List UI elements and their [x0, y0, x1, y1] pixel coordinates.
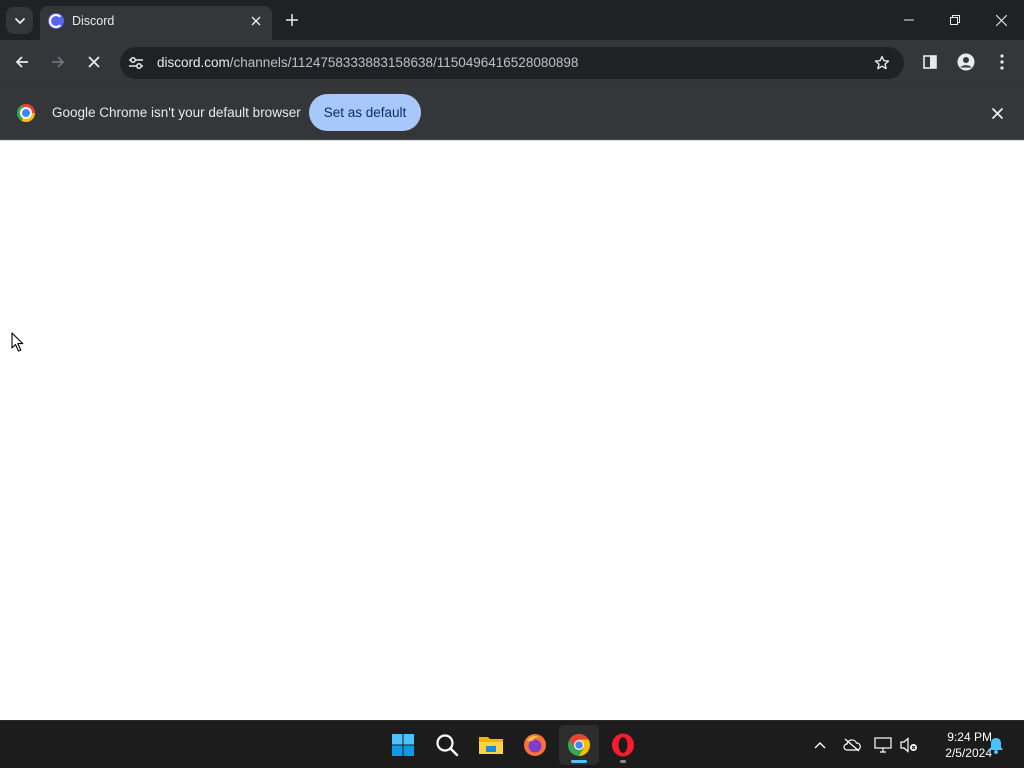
taskbar-chrome[interactable] — [559, 725, 599, 765]
stop-loading-button[interactable] — [78, 46, 110, 78]
profile-icon — [957, 53, 975, 71]
notifications-button[interactable] — [986, 735, 1006, 755]
side-panel-button[interactable] — [914, 46, 946, 78]
forward-button[interactable] — [42, 46, 74, 78]
start-icon — [392, 734, 414, 756]
chrome-icon — [568, 734, 590, 756]
tab-title: Discord — [72, 14, 115, 28]
active-app-indicator — [571, 760, 587, 763]
minimize-icon — [904, 19, 914, 21]
chevron-up-icon — [814, 742, 826, 749]
clock-date: 2/5/2024 — [945, 746, 992, 760]
tab-discord[interactable]: Discord — [40, 6, 272, 40]
default-browser-infobar: Google Chrome isn't your default browser… — [0, 85, 1024, 140]
file-explorer-icon — [479, 737, 503, 754]
plus-icon — [286, 14, 298, 26]
taskbar-file-explorer[interactable] — [471, 725, 511, 765]
set-as-default-button[interactable]: Set as default — [309, 94, 421, 131]
url-text: discord.com/channels/1124758333883158638… — [157, 55, 578, 70]
volume-muted-icon — [900, 737, 917, 753]
network-tray-button[interactable] — [873, 735, 893, 755]
tab-strip: Discord — [0, 0, 1024, 40]
bookmark-star-icon[interactable] — [874, 55, 890, 71]
restore-icon — [950, 15, 960, 25]
minimize-button[interactable] — [886, 0, 932, 40]
arrow-left-icon — [15, 56, 28, 68]
page-content — [0, 141, 1024, 720]
new-tab-button[interactable] — [280, 8, 304, 32]
close-icon — [991, 107, 1003, 119]
restore-button[interactable] — [932, 0, 978, 40]
url-host: discord.com — [157, 55, 230, 70]
site-settings-icon[interactable] — [128, 55, 144, 71]
address-bar[interactable]: discord.com/channels/1124758333883158638… — [120, 47, 904, 79]
network-icon — [874, 737, 892, 753]
taskbar-search-button[interactable] — [427, 725, 467, 765]
chevron-down-icon — [14, 17, 25, 24]
running-app-indicator — [620, 760, 626, 763]
arrow-right-icon — [52, 56, 65, 68]
chrome-menu-button[interactable] — [986, 46, 1018, 78]
side-panel-icon — [923, 55, 937, 69]
chrome-logo-icon — [17, 104, 35, 122]
onedrive-tray-button[interactable] — [842, 735, 862, 755]
bell-icon — [989, 737, 1003, 754]
cloud-off-icon — [843, 738, 861, 752]
search-icon — [436, 734, 459, 757]
profile-button[interactable] — [950, 46, 982, 78]
close-icon — [251, 16, 261, 26]
tab-close-button[interactable] — [246, 11, 266, 31]
tab-search-button[interactable] — [6, 7, 33, 34]
clock-time: 9:24 PM — [947, 730, 992, 744]
mouse-cursor-icon — [11, 332, 24, 352]
close-window-button[interactable] — [978, 0, 1024, 40]
infobar-message: Google Chrome isn't your default browser — [52, 105, 301, 120]
browser-toolbar: discord.com/channels/1124758333883158638… — [0, 40, 1024, 85]
windows-taskbar: 9:24 PM 2/5/2024 — [0, 720, 1024, 768]
taskbar-firefox[interactable] — [515, 725, 555, 765]
discord-icon — [48, 13, 64, 29]
volume-tray-button[interactable] — [899, 735, 919, 755]
taskbar-opera[interactable] — [603, 725, 643, 765]
back-button[interactable] — [6, 46, 38, 78]
firefox-icon — [524, 734, 546, 756]
opera-icon — [612, 733, 634, 757]
more-vert-icon — [1000, 54, 1004, 70]
close-icon — [88, 56, 100, 68]
close-icon — [995, 14, 1007, 26]
show-hidden-icons-button[interactable] — [810, 735, 830, 755]
infobar-close-button[interactable] — [988, 104, 1006, 122]
taskbar-clock[interactable]: 9:24 PM 2/5/2024 — [922, 729, 992, 761]
start-button[interactable] — [383, 725, 423, 765]
url-path: /channels/1124758333883158638/1150496416… — [229, 55, 579, 70]
